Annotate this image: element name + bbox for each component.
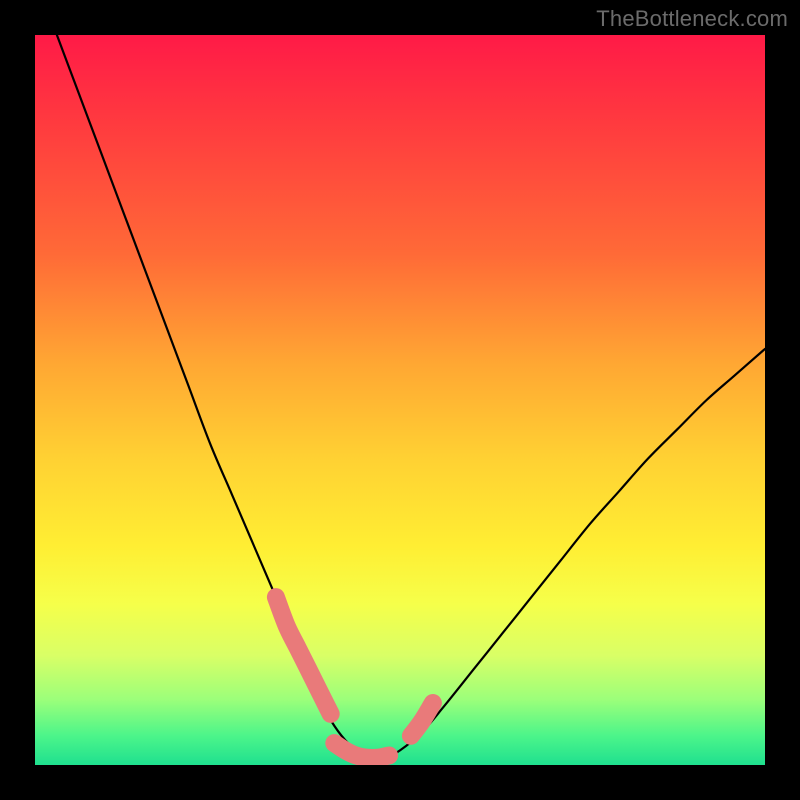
marker-track-left xyxy=(276,597,331,714)
marker-track-bottom xyxy=(334,743,389,758)
curve-svg xyxy=(35,35,765,765)
marker-track-right xyxy=(411,703,433,736)
chart-frame: TheBottleneck.com xyxy=(0,0,800,800)
bottleneck-curve xyxy=(35,35,765,759)
watermark-text: TheBottleneck.com xyxy=(596,6,788,32)
plot-area xyxy=(35,35,765,765)
